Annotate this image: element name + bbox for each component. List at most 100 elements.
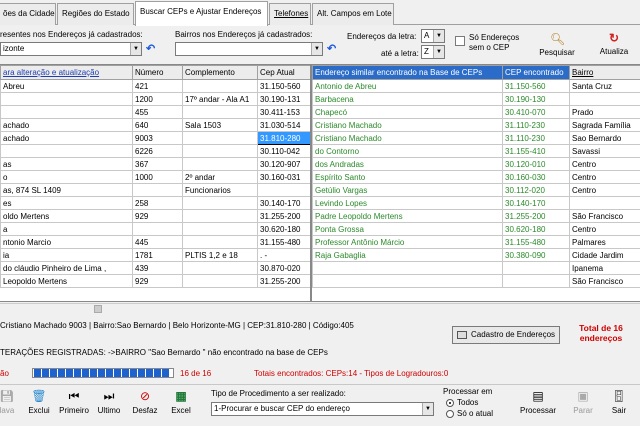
cell-endereco[interactable]: ntonio Marcio (0, 235, 133, 249)
cell-endereco-similar[interactable]: Antonio de Abreu (312, 79, 503, 93)
cell-complemento[interactable]: 2º andar (182, 170, 258, 184)
ultimo-button[interactable]: ⏭ Ultimo (95, 389, 123, 415)
table-row[interactable]: as 367 30.120-907 (0, 157, 310, 171)
cell-bairro[interactable]: Ipanema (569, 261, 640, 275)
table-row[interactable]: Barbacena 30.190-130 (312, 92, 640, 106)
processar-button[interactable]: ▤ Processar (518, 389, 558, 415)
cell-complemento[interactable]: Funcionarios (182, 183, 258, 197)
cell-bairro[interactable]: Centro (569, 157, 640, 171)
table-row[interactable]: do cláudio Pinheiro de Lima , 439 30.870-0… (0, 261, 310, 275)
cell-numero[interactable]: 455 (132, 105, 183, 119)
cell-cep-atual[interactable]: 31.030-514 (257, 118, 310, 132)
cell-cep-encontrado[interactable]: 30.160-030 (502, 170, 570, 184)
cell-endereco[interactable] (0, 105, 133, 119)
cell-endereco-similar[interactable]: Barbacena (312, 92, 503, 106)
column-header-endereco[interactable]: ara alteração e atualização (0, 65, 133, 80)
chevron-down-icon[interactable]: ▼ (130, 43, 141, 55)
cell-complemento[interactable] (182, 196, 258, 210)
cell-endereco-similar[interactable]: Levindo Lopes (312, 196, 503, 210)
cell-bairro[interactable] (569, 196, 640, 210)
column-header-bairro[interactable]: Bairro (569, 65, 640, 80)
letra-ate-select[interactable]: Z ▼ (421, 45, 445, 59)
cell-endereco-similar[interactable]: Ponta Grossa (312, 222, 503, 236)
cell-endereco[interactable] (0, 92, 133, 106)
cell-cep-atual[interactable]: 31.810-280 (257, 131, 310, 145)
table-row[interactable]: ntonio Marcio 445 31.155-480 (0, 235, 310, 249)
undo-right-icon[interactable]: ↶ (327, 43, 336, 55)
cell-endereco[interactable] (0, 144, 133, 158)
table-row[interactable]: Professor Antônio Márcio 31.155-480 Palmar… (312, 235, 640, 249)
cell-bairro[interactable]: Prado (569, 105, 640, 119)
cell-endereco-similar[interactable] (312, 274, 503, 288)
cell-endereco[interactable]: Leopoldo Mertens (0, 274, 133, 288)
cell-endereco-similar[interactable]: Padre Leopoldo Mertens (312, 209, 503, 223)
cell-endereco-similar[interactable]: Cristiano Machado (312, 118, 503, 132)
cell-cep-atual[interactable]: 30.411-153 (257, 105, 310, 119)
cell-complemento[interactable] (182, 222, 258, 236)
column-header-complemento[interactable]: Complemento (182, 65, 258, 80)
chevron-down-icon[interactable]: ▼ (311, 43, 322, 55)
cell-cep-encontrado[interactable]: 30.190-130 (502, 92, 570, 106)
table-row[interactable]: o 1000 2º andar 30.160-031 (0, 170, 310, 184)
table-row[interactable]: Ipanema (312, 261, 640, 275)
cell-numero[interactable]: 1781 (132, 248, 183, 262)
cell-bairro[interactable]: Santa Cruz (569, 79, 640, 93)
cell-endereco-similar[interactable]: Raja Gabaglia (312, 248, 503, 262)
cell-numero[interactable]: 367 (132, 157, 183, 171)
cell-cep-atual[interactable]: 30.160-031 (257, 170, 310, 184)
table-row[interactable]: 1200 17º andar - Ala A1 30.190-131 (0, 92, 310, 106)
cell-cep-encontrado[interactable]: 31.155-480 (502, 235, 570, 249)
cell-complemento[interactable] (182, 79, 258, 93)
so-atual-radio[interactable]: Só o atual (446, 409, 493, 418)
cell-endereco-similar[interactable]: Getúlio Vargas (312, 183, 503, 197)
cell-bairro[interactable]: São Francisco (569, 274, 640, 288)
table-row[interactable]: as, 874 SL 1409 Funcionarios (0, 183, 310, 197)
table-row[interactable]: 455 30.411-153 (0, 105, 310, 119)
cell-numero[interactable]: 929 (132, 274, 183, 288)
table-row[interactable]: Cristiano Machado 31.110-230 Sao Bernardo (312, 131, 640, 145)
table-row[interactable]: Raja Gabaglia 30.380-090 Cidade Jardim (312, 248, 640, 262)
cell-numero[interactable]: 421 (132, 79, 183, 93)
table-row[interactable]: São Francisco (312, 274, 640, 288)
cell-cep-encontrado[interactable]: 31.155-410 (502, 144, 570, 158)
bairros-left-combo[interactable]: izonte ▼ (0, 42, 142, 56)
cell-cep-atual[interactable]: 30.110-042 (257, 144, 310, 158)
enderecos-grid[interactable]: ara alteração e atualização Número Compl… (0, 64, 311, 302)
column-header-cep-encontrado[interactable]: CEP encontrado (502, 65, 570, 80)
salva-button[interactable]: 💾︎ lava (0, 389, 18, 415)
cell-endereco-similar[interactable] (312, 261, 503, 275)
cell-complemento[interactable] (182, 209, 258, 223)
cell-cep-encontrado[interactable]: 31.110-230 (502, 118, 570, 132)
cell-cep-encontrado[interactable] (502, 261, 570, 275)
cell-numero[interactable]: 1000 (132, 170, 183, 184)
tab-regioes-cidade[interactable]: ões da Cidade (0, 3, 56, 25)
cell-endereco-similar[interactable]: Chapecó (312, 105, 503, 119)
bairros-right-combo[interactable]: ▼ (175, 42, 323, 56)
cell-cep-atual[interactable]: 30.620-180 (257, 222, 310, 236)
table-row[interactable]: Chapecó 30.410-070 Prado (312, 105, 640, 119)
cell-bairro[interactable]: Cidade Jardim (569, 248, 640, 262)
cell-complemento[interactable] (182, 105, 258, 119)
table-row[interactable]: a 30.620-180 (0, 222, 310, 236)
cell-endereco-similar[interactable]: do Contorno (312, 144, 503, 158)
horizontal-scrollbar[interactable] (0, 303, 640, 313)
undo-left-icon[interactable]: ↶ (146, 43, 155, 55)
table-row[interactable]: achado 640 Sala 1503 31.030-514 (0, 118, 310, 132)
cell-complemento[interactable]: PLTIS 1,2 e 18 (182, 248, 258, 262)
cadastro-enderecos-button[interactable]: Cadastro de Endereços (452, 326, 561, 344)
table-row[interactable]: Getúlio Vargas 30.112-020 Centro (312, 183, 640, 197)
chevron-down-icon[interactable]: ▼ (422, 403, 433, 415)
tab-regioes-estado[interactable]: Regiões do Estado (57, 3, 134, 25)
cell-complemento[interactable]: 17º andar - Ala A1 (182, 92, 258, 106)
cell-complemento[interactable] (182, 274, 258, 288)
cell-endereco[interactable]: oldo Mertens (0, 209, 133, 223)
cell-cep-atual[interactable]: 30.120-907 (257, 157, 310, 171)
cell-cep-encontrado[interactable]: 31.150-560 (502, 79, 570, 93)
cell-numero[interactable]: 6226 (132, 144, 183, 158)
column-header-endereco-similar[interactable]: Endereço similar encontrado na Base de C… (312, 65, 503, 80)
cell-endereco[interactable]: do cláudio Pinheiro de Lima , (0, 261, 133, 275)
cell-cep-atual[interactable]: 31.255-200 (257, 274, 310, 288)
cell-numero[interactable]: 640 (132, 118, 183, 132)
cell-numero[interactable]: 258 (132, 196, 183, 210)
cell-numero[interactable]: 439 (132, 261, 183, 275)
